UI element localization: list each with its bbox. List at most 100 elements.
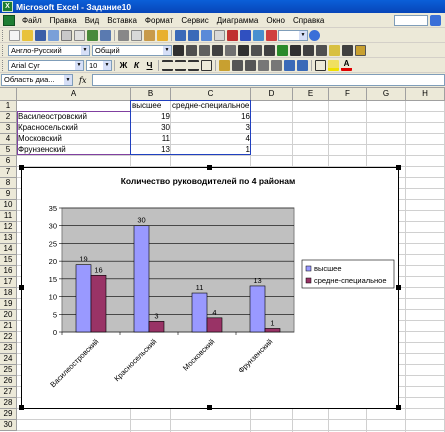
highlight-icon[interactable]	[329, 44, 340, 56]
column-header[interactable]: D	[251, 88, 293, 101]
legend-icon[interactable]	[186, 44, 197, 56]
options-icon[interactable]	[316, 44, 327, 56]
chart-area-icon[interactable]	[173, 44, 184, 56]
research-icon[interactable]	[100, 29, 111, 41]
bold-button[interactable]: Ж	[118, 60, 129, 70]
increase-indent-icon[interactable]	[297, 59, 308, 71]
undo-icon[interactable]	[175, 29, 186, 41]
decrease-indent-icon[interactable]	[284, 59, 295, 71]
row-header[interactable]: 13	[0, 233, 17, 244]
sort-ascending-icon[interactable]	[227, 29, 238, 41]
row-header[interactable]: 30	[0, 420, 17, 431]
row-header[interactable]: 29	[0, 409, 17, 420]
dictionary-icon[interactable]	[290, 44, 301, 56]
row-header[interactable]: 3	[0, 123, 17, 134]
row-header[interactable]: 25	[0, 365, 17, 376]
workbook-icon[interactable]	[3, 14, 15, 26]
row-header[interactable]: 7	[0, 167, 17, 178]
merge-center-icon[interactable]	[201, 59, 212, 71]
function-icon[interactable]: fx	[79, 76, 86, 85]
column-header[interactable]: G	[367, 88, 406, 101]
row-header[interactable]: 5	[0, 145, 17, 156]
permission-icon[interactable]	[48, 29, 59, 41]
by-row-icon[interactable]	[212, 44, 223, 56]
help-icon[interactable]	[430, 14, 441, 26]
fill-color-icon[interactable]	[328, 59, 339, 71]
row-header[interactable]: 10	[0, 200, 17, 211]
toolbar-grip[interactable]	[2, 44, 5, 56]
row-header[interactable]: 19	[0, 299, 17, 310]
row-header[interactable]: 16	[0, 266, 17, 277]
increase-decimal-icon[interactable]	[258, 59, 269, 71]
percent-icon[interactable]	[232, 59, 243, 71]
help-question-input[interactable]	[394, 14, 428, 26]
chart-handle-sw[interactable]	[19, 405, 24, 410]
open-icon[interactable]	[22, 29, 33, 41]
align-left-icon[interactable]	[162, 59, 173, 71]
chart-wizard-icon[interactable]	[253, 29, 264, 41]
spelling-icon[interactable]	[87, 29, 98, 41]
row-header[interactable]: 17	[0, 277, 17, 288]
paste-icon[interactable]	[144, 29, 155, 41]
sort-descending-icon[interactable]	[240, 29, 251, 41]
toolbar-grip[interactable]	[2, 29, 5, 41]
row-header[interactable]: 22	[0, 332, 17, 343]
row-header[interactable]: 28	[0, 398, 17, 409]
chart-handle-se[interactable]	[396, 405, 401, 410]
row-header[interactable]: 27	[0, 387, 17, 398]
toolbar-grip[interactable]	[2, 59, 5, 71]
translate-icon[interactable]	[277, 44, 288, 56]
menu-help[interactable]: Справка	[289, 16, 328, 25]
copy-icon[interactable]	[131, 29, 142, 41]
by-column-icon[interactable]	[225, 44, 236, 56]
menu-insert[interactable]: Вставка	[103, 16, 141, 25]
format-painter-icon[interactable]	[157, 29, 168, 41]
currency-icon[interactable]	[219, 59, 230, 71]
row-header[interactable]: 2	[0, 112, 17, 123]
row-header[interactable]: 21	[0, 321, 17, 332]
chart-handle-ne[interactable]	[396, 165, 401, 170]
row-header[interactable]: 4	[0, 134, 17, 145]
underline-button[interactable]: Ч	[144, 60, 155, 70]
chart-handle-w[interactable]	[19, 285, 24, 290]
name-box[interactable]: Область диа... ▼	[1, 74, 73, 86]
menu-chart[interactable]: Диаграмма	[213, 16, 263, 25]
select-all-corner[interactable]	[0, 88, 17, 101]
align-right-icon[interactable]	[188, 59, 199, 71]
italic-button[interactable]: К	[131, 60, 142, 70]
row-header[interactable]: 20	[0, 310, 17, 321]
autosum-icon[interactable]	[214, 29, 225, 41]
align-center-icon[interactable]	[175, 59, 186, 71]
thesaurus-icon[interactable]	[303, 44, 314, 56]
embedded-chart[interactable]: Количество руководителей по 4 районам 0 5 1…	[21, 167, 399, 409]
row-header[interactable]: 23	[0, 343, 17, 354]
column-header[interactable]: A	[17, 88, 131, 101]
angle-text-icon[interactable]	[238, 44, 249, 56]
language-combo[interactable]: Англо-Русский ▼	[8, 44, 90, 56]
print-icon[interactable]	[61, 29, 72, 41]
menu-format[interactable]: Формат	[141, 16, 177, 25]
chart-handle-nw[interactable]	[19, 165, 24, 170]
chart-handle-e[interactable]	[396, 285, 401, 290]
drawing-icon[interactable]	[266, 29, 277, 41]
row-header[interactable]: 6	[0, 156, 17, 167]
menu-view[interactable]: Вид	[81, 16, 103, 25]
comma-style-icon[interactable]	[245, 59, 256, 71]
row-header[interactable]: 18	[0, 288, 17, 299]
row-header[interactable]: 11	[0, 211, 17, 222]
row-header[interactable]: 15	[0, 255, 17, 266]
menu-file[interactable]: Файл	[18, 16, 46, 25]
row-header[interactable]: 9	[0, 189, 17, 200]
row-header[interactable]: 12	[0, 222, 17, 233]
save-icon[interactable]	[35, 29, 46, 41]
data-table-icon[interactable]	[199, 44, 210, 56]
chart-handle-n[interactable]	[207, 165, 212, 170]
formula-input[interactable]	[92, 74, 445, 86]
row-header[interactable]: 8	[0, 178, 17, 189]
active-tool-icon[interactable]	[355, 44, 366, 56]
font-combo[interactable]: Arial Cyr ▼	[8, 59, 84, 71]
format-axis-icon[interactable]	[264, 44, 275, 56]
new-icon[interactable]	[9, 29, 20, 41]
font-color-icon[interactable]: A	[341, 59, 352, 71]
row-header[interactable]: 26	[0, 376, 17, 387]
